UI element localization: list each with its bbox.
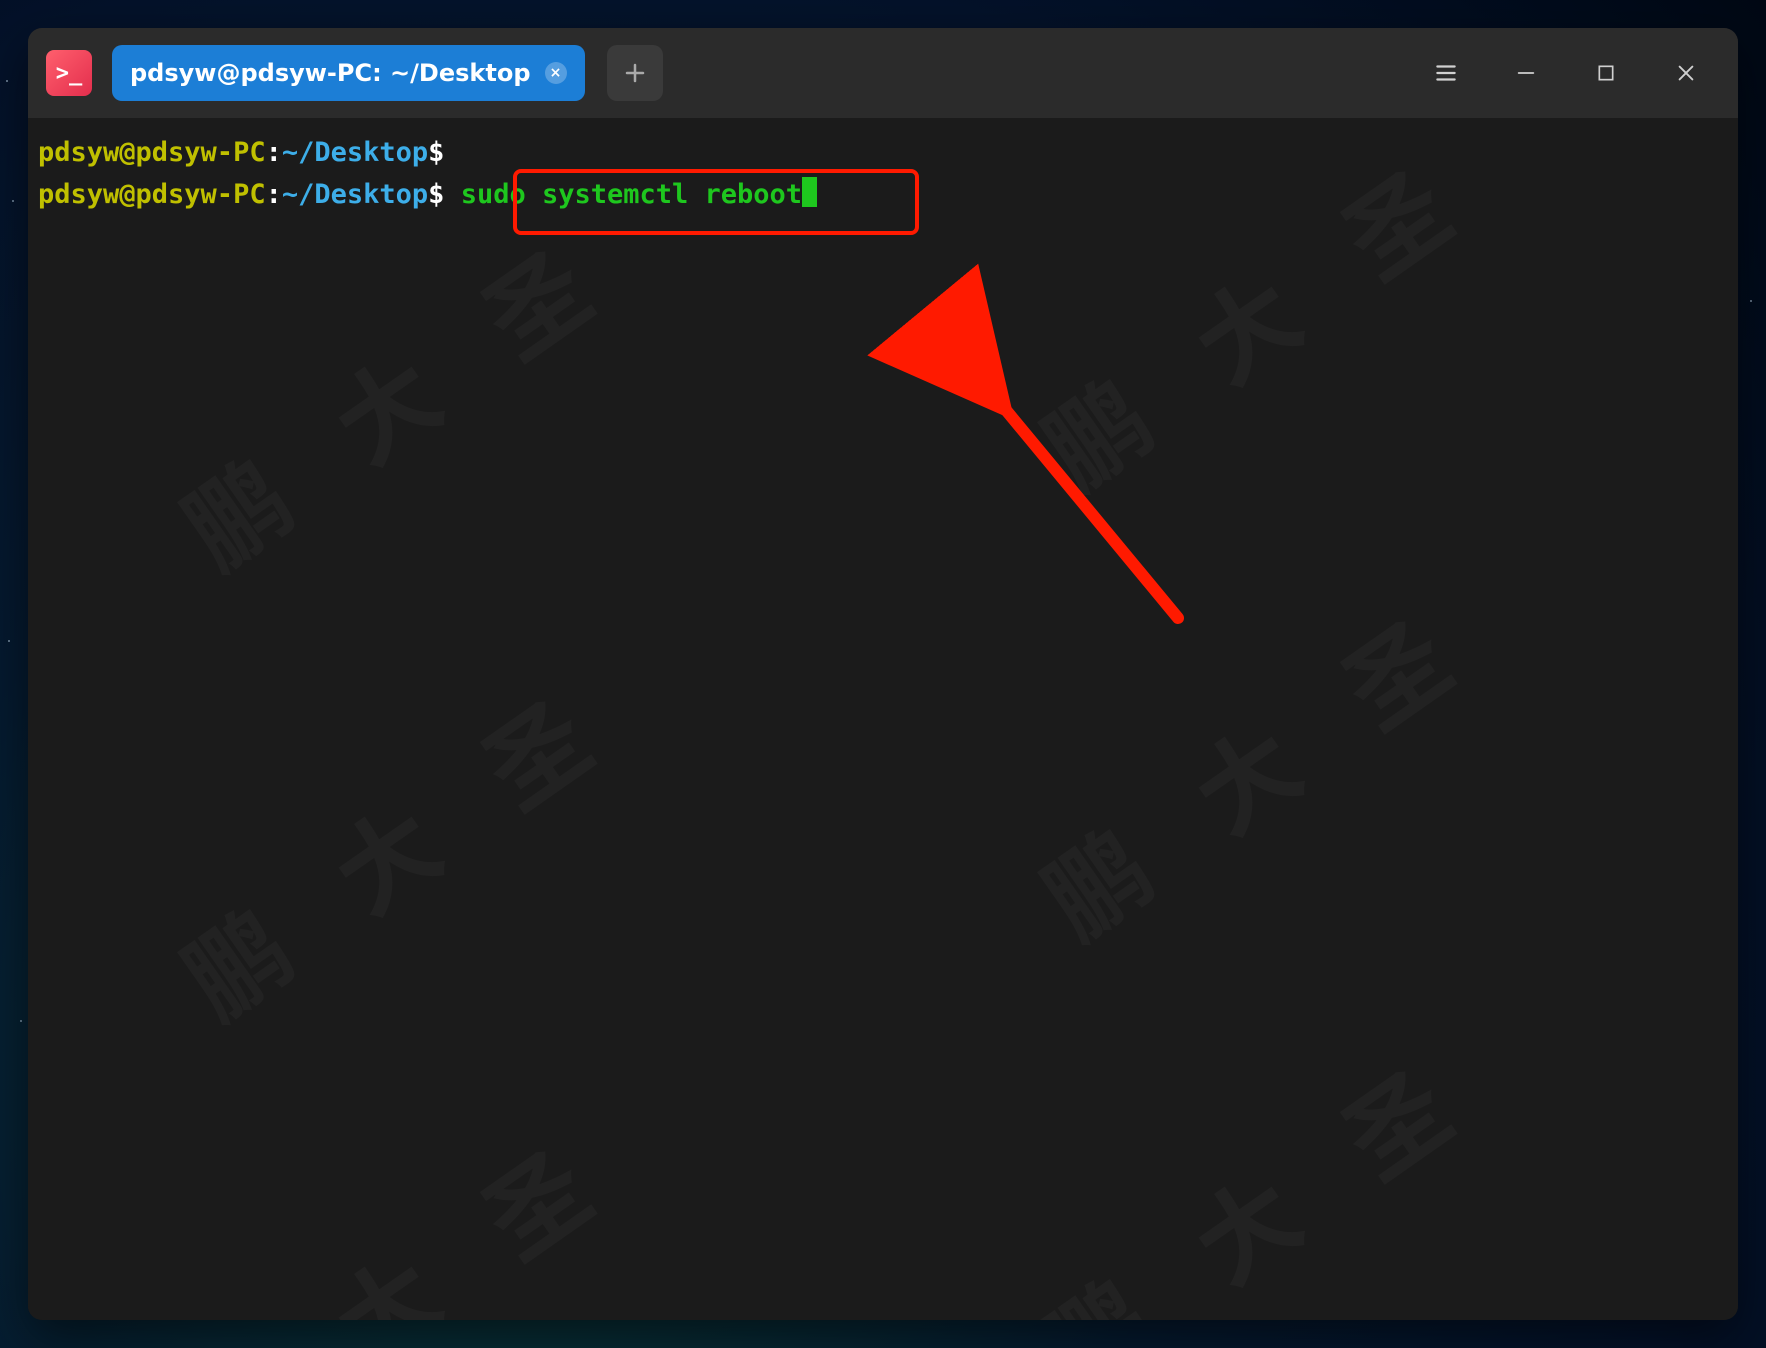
prompt-separator: : xyxy=(266,137,282,168)
watermark: 鹏 大 圣 xyxy=(148,1090,643,1320)
watermark: 鹏 大 圣 xyxy=(1008,1010,1503,1320)
watermark: 鹏 大 圣 xyxy=(148,190,643,601)
hamburger-icon xyxy=(1433,60,1459,86)
menu-button[interactable] xyxy=(1426,53,1466,93)
prompt-path: ~/Desktop xyxy=(282,137,428,168)
prompt-path: ~/Desktop xyxy=(282,179,428,210)
watermark: 鹏 大 圣 xyxy=(148,640,643,1051)
tab-title: pdsyw@pdsyw-PC: ~/Desktop xyxy=(130,59,531,87)
terminal-window: >_ pdsyw@pdsyw-PC: ~/Desktop × xyxy=(28,28,1738,1320)
new-tab-button[interactable] xyxy=(607,45,663,101)
prompt-user-host: pdsyw@pdsyw-PC xyxy=(38,179,266,210)
minimize-button[interactable] xyxy=(1506,53,1546,93)
prompt-symbol: $ xyxy=(428,179,444,210)
text-cursor xyxy=(802,177,817,207)
prompt-user-host: pdsyw@pdsyw-PC xyxy=(38,137,266,168)
tab-close-button[interactable]: × xyxy=(545,62,567,84)
plus-icon xyxy=(623,61,647,85)
watermark-layer: 鹏 大 圣 鹏 大 圣 鹏 大 圣 鹏 大 圣 鹏 大 圣 鹏 大 圣 xyxy=(28,118,1738,1320)
tab-active[interactable]: pdsyw@pdsyw-PC: ~/Desktop × xyxy=(112,45,585,101)
watermark: 鹏 大 圣 xyxy=(1008,560,1503,971)
terminal-body[interactable]: 鹏 大 圣 鹏 大 圣 鹏 大 圣 鹏 大 圣 鹏 大 圣 鹏 大 圣 pdsy… xyxy=(28,118,1738,1320)
minimize-icon xyxy=(1515,62,1537,84)
window-controls xyxy=(1426,53,1726,93)
titlebar: >_ pdsyw@pdsyw-PC: ~/Desktop × xyxy=(28,28,1738,118)
annotation-arrow xyxy=(28,118,1738,1318)
command-text: sudo systemctl reboot xyxy=(461,179,802,210)
close-window-button[interactable] xyxy=(1666,53,1706,93)
close-icon xyxy=(1675,62,1697,84)
terminal-line: pdsyw@pdsyw-PC:~/Desktop$ xyxy=(38,132,1728,174)
terminal-app-icon: >_ xyxy=(46,50,92,96)
prompt-separator: : xyxy=(266,179,282,210)
maximize-button[interactable] xyxy=(1586,53,1626,93)
maximize-icon xyxy=(1596,63,1616,83)
terminal-line: pdsyw@pdsyw-PC:~/Desktop$ sudo systemctl… xyxy=(38,174,1728,216)
prompt-symbol: $ xyxy=(428,137,444,168)
